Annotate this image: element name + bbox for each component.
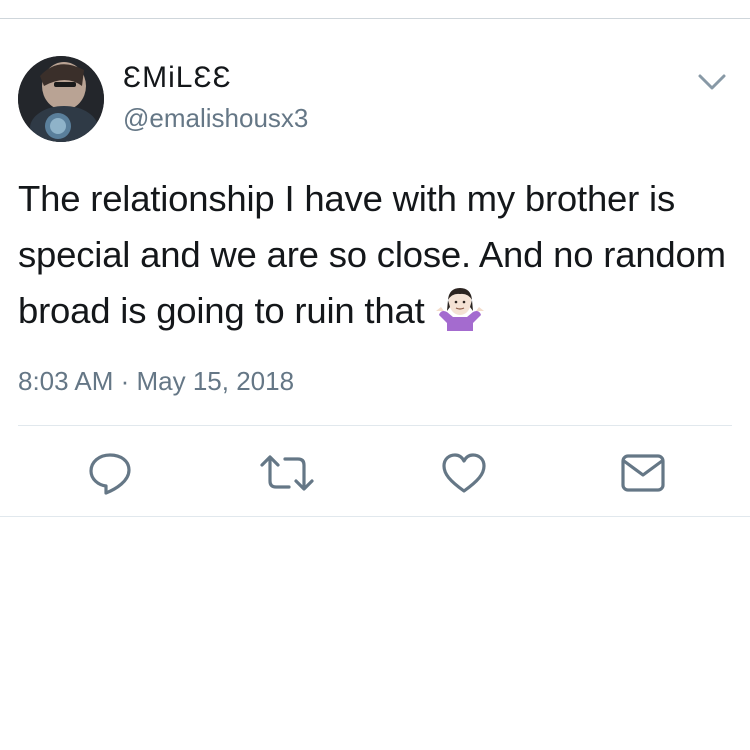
- heart-icon: [442, 453, 486, 493]
- tweet-timestamp[interactable]: 8:03 AM · May 15, 2018: [18, 366, 294, 396]
- display-name[interactable]: ƐMiLƐƐ: [123, 62, 232, 94]
- reply-icon: [89, 453, 131, 495]
- reply-button[interactable]: [86, 449, 134, 497]
- avatar-photo: [18, 56, 104, 142]
- tweet-menu-button[interactable]: [696, 71, 728, 93]
- actions-divider: [18, 425, 732, 426]
- tweet-card: ƐMiLƐƐ @emalishousx3 The relationship I …: [0, 19, 750, 516]
- envelope-icon: [621, 454, 665, 492]
- chevron-down-icon: [698, 74, 726, 90]
- bottom-divider: [0, 516, 750, 517]
- tweet-text: The relationship I have with my brother …: [18, 171, 733, 339]
- avatar[interactable]: [18, 56, 104, 142]
- person-shrugging-emoji: [435, 288, 484, 331]
- like-button[interactable]: [440, 449, 488, 497]
- retweet-icon: [260, 455, 314, 491]
- direct-message-button[interactable]: [619, 449, 667, 497]
- tweet-body: The relationship I have with my brother …: [18, 178, 726, 331]
- retweet-button[interactable]: [259, 449, 314, 497]
- user-handle[interactable]: @emalishousx3: [123, 103, 308, 133]
